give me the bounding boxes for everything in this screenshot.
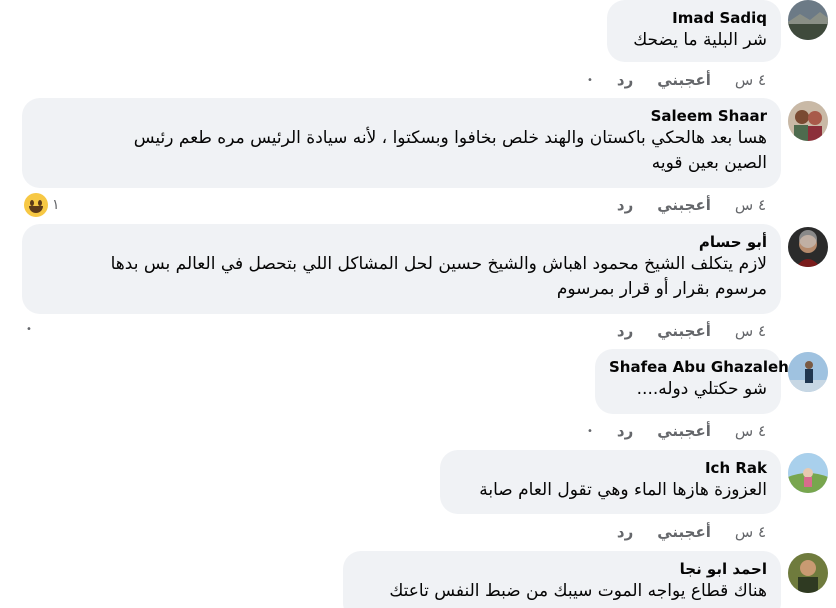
comment-time[interactable]: ٤ س xyxy=(735,422,766,440)
comment-text: هناك قطاع يواجه الموت سيبك من ضبط النفس … xyxy=(389,581,767,601)
comment-ich-rak: Ich Rak العزوزة هازها الماء وهي تقول الع… xyxy=(0,450,836,550)
comment-actions: ٤ س أعجبني رد • xyxy=(587,422,766,440)
comment-author[interactable]: Ich Rak xyxy=(454,458,767,478)
reply-button[interactable]: رد xyxy=(617,196,633,214)
comment-bubble: Ich Rak العزوزة هازها الماء وهي تقول الع… xyxy=(440,450,781,514)
comment-actions: ٤ س أعجبني رد xyxy=(617,523,766,541)
comment-author[interactable]: احمد ابو نجا xyxy=(357,559,767,579)
like-button[interactable]: أعجبني xyxy=(657,71,711,89)
edited-dot: • xyxy=(586,74,593,86)
comment-author[interactable]: Imad Sadiq xyxy=(621,8,767,28)
comment-text: شو حكتلي دوله.... xyxy=(636,379,767,399)
comment-abu-hussam: أبو حسام لازم يتكلف الشيخ محمود اهباش وا… xyxy=(0,224,836,344)
reaction-summary[interactable]: ١ xyxy=(24,192,60,218)
comment-author[interactable]: Saleem Shaar xyxy=(36,106,767,126)
comment-bubble: Imad Sadiq شر البلية ما يضحك xyxy=(607,0,781,62)
reaction-count: ١ xyxy=(52,197,60,213)
edited-dot: • xyxy=(586,425,593,437)
comment-saleem-shaar: Saleem Shaar هسا بعد هالحكي باكستان واله… xyxy=(0,98,836,218)
comment-time[interactable]: ٤ س xyxy=(735,322,766,340)
avatar[interactable] xyxy=(788,553,828,593)
comment-actions: ٤ س أعجبني رد xyxy=(617,196,766,214)
like-button[interactable]: أعجبني xyxy=(657,523,711,541)
comment-actions: ٤ س أعجبني رد xyxy=(617,322,766,340)
comment-time[interactable]: ٤ س xyxy=(735,523,766,541)
comment-shafea-abu-ghazaleh: Shafea Abu Ghazaleh شو حكتلي دوله.... ٤ … xyxy=(0,349,836,449)
like-button[interactable]: أعجبني xyxy=(657,422,711,440)
reply-button[interactable]: رد xyxy=(617,422,633,440)
haha-reaction-icon xyxy=(24,193,48,217)
comment-author[interactable]: Shafea Abu Ghazaleh xyxy=(609,357,789,377)
reply-button[interactable]: رد xyxy=(617,523,633,541)
comment-time[interactable]: ٤ س xyxy=(735,196,766,214)
edited-dot: • xyxy=(26,324,32,335)
comment-author[interactable]: أبو حسام xyxy=(36,232,767,252)
comment-bubble: Shafea Abu Ghazaleh شو حكتلي دوله.... xyxy=(595,349,789,414)
avatar[interactable] xyxy=(788,0,828,40)
avatar[interactable] xyxy=(788,227,828,267)
comment-time[interactable]: ٤ س xyxy=(735,71,766,89)
comment-text: شر البلية ما يضحك xyxy=(633,30,767,50)
comment-ahmad-abu-naja: احمد ابو نجا هناك قطاع يواجه الموت سيبك … xyxy=(0,551,836,608)
comment-text: هسا بعد هالحكي باكستان والهند خلص بخافوا… xyxy=(133,128,767,173)
comment-text: لازم يتكلف الشيخ محمود اهباش والشيخ حسين… xyxy=(110,254,767,299)
like-button[interactable]: أعجبني xyxy=(657,322,711,340)
avatar[interactable] xyxy=(788,101,828,141)
comment-text: العزوزة هازها الماء وهي تقول العام صابة xyxy=(479,480,767,500)
comment-imad-sadiq: Imad Sadiq شر البلية ما يضحك ٤ س أعجبني … xyxy=(0,0,836,100)
reply-button[interactable]: رد xyxy=(617,71,633,89)
comment-actions: ٤ س أعجبني رد • xyxy=(587,71,766,89)
comment-bubble: احمد ابو نجا هناك قطاع يواجه الموت سيبك … xyxy=(343,551,781,608)
reply-button[interactable]: رد xyxy=(617,322,633,340)
like-button[interactable]: أعجبني xyxy=(657,196,711,214)
comment-bubble: أبو حسام لازم يتكلف الشيخ محمود اهباش وا… xyxy=(22,224,781,314)
avatar[interactable] xyxy=(788,453,828,493)
avatar[interactable] xyxy=(788,352,828,392)
comment-bubble: Saleem Shaar هسا بعد هالحكي باكستان واله… xyxy=(22,98,781,188)
